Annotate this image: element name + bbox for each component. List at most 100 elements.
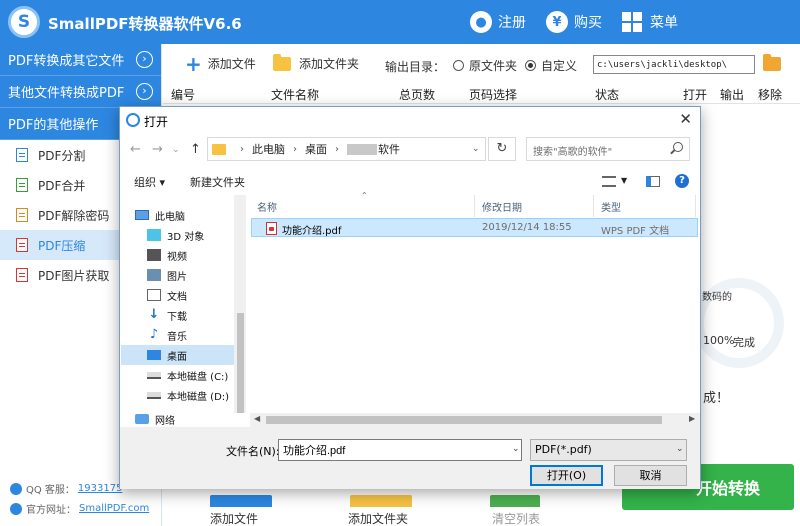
bottom-add-file-button[interactable]: 添加文件 (210, 510, 258, 526)
document-icon (16, 268, 28, 282)
open-button[interactable]: 打开(O) (530, 465, 603, 486)
bottom-clear-list-button[interactable]: 清空列表 (492, 510, 540, 526)
yen-icon: ¥ (546, 11, 568, 33)
pdf-file-icon (266, 222, 277, 235)
address-dropdown-icon[interactable]: ⌄ (472, 144, 480, 154)
buy-button[interactable]: ¥ 购买 (546, 0, 602, 44)
done-message: 成！ (703, 391, 730, 406)
tree-item-3d-objects[interactable]: 3D 对象 (121, 225, 235, 245)
filetype-dropdown-icon[interactable]: ⌄ (676, 444, 684, 454)
organize-button[interactable]: 组织 ▾ (134, 174, 165, 190)
chevron-right-icon: › (136, 51, 153, 68)
col-file-name: 文件名称 (271, 88, 320, 102)
register-button[interactable]: ● 注册 (470, 0, 526, 44)
video-icon (147, 249, 161, 261)
tree-item-this-pc[interactable]: 此电脑 (121, 205, 235, 225)
breadcrumb-this-pc[interactable]: 此电脑 (252, 141, 285, 157)
document-icon (147, 289, 161, 301)
sidebar-group-other-to-pdf[interactable]: 其他文件转换成PDF › (0, 76, 161, 108)
radio-original-folder[interactable]: 原文件夹 (453, 57, 517, 74)
col-status: 状态 (595, 88, 620, 102)
address-bar[interactable]: › 此电脑 › 桌面 › 软件 (207, 137, 486, 161)
tree-item-desktop[interactable]: 桌面 (121, 345, 235, 365)
qq-number-link[interactable]: 1933175 (78, 483, 123, 494)
official-site: 官方网址： SmallPDF.com (10, 501, 149, 516)
tree-item-downloads[interactable]: ↓ 下载 (121, 305, 235, 325)
new-folder-button[interactable]: 新建文件夹 (190, 174, 245, 190)
preview-pane-icon[interactable] (646, 176, 660, 187)
clear-list-tile-icon (490, 495, 540, 507)
music-icon: ♪ (149, 327, 159, 342)
app-logo-icon: S (8, 6, 40, 38)
tree-item-videos[interactable]: 视频 (121, 245, 235, 265)
bottom-add-folder-button[interactable]: 添加文件夹 (348, 510, 408, 526)
breadcrumb-desktop[interactable]: 桌面 (305, 141, 327, 157)
ratio-fragment: 数码的 (702, 292, 732, 303)
view-dropdown-icon[interactable]: ▼ (621, 176, 627, 185)
tree-item-drive-d[interactable]: 本地磁盘 (D:) (121, 385, 235, 405)
drive-icon (147, 391, 161, 399)
dialog-title: 打开 (144, 115, 169, 129)
globe-icon (10, 502, 22, 515)
document-icon (16, 178, 28, 192)
view-options-icon[interactable] (602, 176, 616, 187)
filename-dropdown-icon[interactable]: ⌄ (512, 444, 520, 454)
refresh-button[interactable]: ↻ (488, 137, 516, 161)
add-file-tile-icon (210, 495, 272, 507)
site-link[interactable]: SmallPDF.com (79, 503, 149, 514)
forward-arrow-icon[interactable]: → (152, 142, 163, 157)
qq-icon (10, 482, 22, 495)
file-list-h-scrollbar-thumb[interactable] (266, 416, 662, 424)
col-total-pages: 总页数 (399, 88, 436, 102)
back-arrow-icon[interactable]: ← (130, 142, 141, 157)
radio-icon (453, 60, 464, 71)
radio-checked-icon (525, 60, 536, 71)
file-table-header: 编号 文件名称 总页数 页码选择 状态 打开 输出 移除 (163, 84, 800, 104)
filename-input[interactable] (278, 439, 522, 461)
scroll-right-icon[interactable]: ▶ (689, 414, 695, 423)
tree-scrollbar-thumb[interactable] (237, 313, 244, 413)
col-header-size[interactable]: 大 (696, 195, 703, 217)
col-output: 输出 (720, 88, 745, 102)
up-arrow-icon[interactable]: ↑ (190, 142, 201, 157)
app-small-icon (126, 113, 140, 127)
help-icon[interactable]: ? (675, 174, 689, 188)
document-icon (16, 148, 28, 162)
dialog-title-bar: 打开 ✕ (120, 107, 700, 133)
col-remove: 移除 (758, 88, 783, 102)
add-file-button[interactable]: + 添加文件 (185, 54, 256, 74)
col-page-select: 页码选择 (469, 88, 518, 102)
output-dir-label: 输出目录： (385, 60, 446, 74)
history-dropdown-icon[interactable]: ⌄ (172, 145, 180, 155)
picture-icon (147, 269, 161, 281)
sidebar-group-pdf-to-other[interactable]: PDF转换成其它文件 › (0, 44, 161, 76)
search-input[interactable]: 搜索"高歌的软件" (526, 137, 690, 161)
tree-item-documents[interactable]: 文档 (121, 285, 235, 305)
folder-plus-icon (273, 53, 291, 71)
progress-value: 100% (703, 334, 735, 347)
tree-item-music[interactable]: ♪ 音乐 (121, 325, 235, 345)
cancel-button[interactable]: 取消 (614, 465, 687, 486)
file-name: 功能介绍.pdf (282, 226, 342, 237)
chevron-right-icon: › (136, 83, 153, 100)
col-header-date[interactable]: 修改日期 (475, 195, 594, 217)
col-header-type[interactable]: 类型 (594, 195, 696, 217)
filetype-select[interactable]: PDF(*.pdf) (530, 439, 687, 461)
cube-icon (147, 229, 161, 241)
radio-custom-folder[interactable]: 自定义 (525, 57, 577, 74)
scroll-left-icon[interactable]: ◀ (254, 414, 260, 423)
file-row[interactable]: 功能介绍.pdf 2019/12/14 18:55 WPS PDF 文档 (251, 218, 698, 237)
close-icon[interactable]: ✕ (679, 110, 692, 128)
tree-item-network[interactable]: 网络 (121, 409, 235, 429)
redacted-text (347, 143, 377, 155)
add-folder-button[interactable]: 添加文件夹 (273, 53, 359, 72)
address-row: ← → ⌄ ↑ › 此电脑 › 桌面 › 软件 ⌄ ↻ 搜索"高歌的软件" (120, 134, 700, 164)
tree-item-drive-c[interactable]: 本地磁盘 (C:) (121, 365, 235, 385)
breadcrumb-software[interactable]: 软件 (378, 141, 400, 157)
navigation-tree: 此电脑 3D 对象 视频 图片 文档 ↓ 下载 ♪ 音乐 桌面 本地磁盘 (C:… (121, 195, 247, 427)
browse-folder-icon[interactable] (763, 54, 781, 71)
output-path-input[interactable] (593, 55, 755, 74)
document-icon (16, 238, 28, 252)
menu-button[interactable]: 菜单 (622, 0, 678, 44)
tree-item-pictures[interactable]: 图片 (121, 265, 235, 285)
